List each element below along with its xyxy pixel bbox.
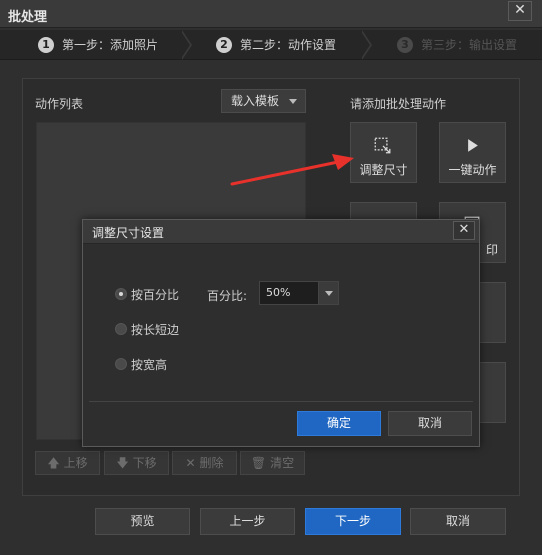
prev-step-button[interactable]: 上一步 xyxy=(200,508,295,535)
resize-settings-dialog: 调整尺寸设置 ✕ 按百分比 按长短边 按宽高 百分比: 50% 确定 取消 xyxy=(82,219,480,447)
dialog-close-button[interactable]: ✕ xyxy=(453,221,475,240)
tile-one-click[interactable]: 一键动作 xyxy=(439,122,506,183)
percent-select[interactable]: 50% xyxy=(259,281,339,305)
clear-label: 清空 xyxy=(270,456,295,470)
window-title: 批处理 xyxy=(8,10,48,25)
dialog-cancel-button[interactable]: 取消 xyxy=(388,411,472,436)
step-bar: 1 第一步：添加照片 2 第二步：动作设置 3 第三步：输出设置 xyxy=(0,30,542,60)
percent-label: 百分比: xyxy=(207,289,248,303)
chevron-down-icon xyxy=(289,99,297,104)
delete-label: 删除 xyxy=(199,456,224,470)
step-1-number: 1 xyxy=(38,36,54,53)
add-action-title: 请添加批处理动作 xyxy=(350,97,447,111)
load-template-dropdown[interactable]: 载入模板 xyxy=(221,89,306,113)
play-icon xyxy=(468,139,478,152)
radio-by-width-height[interactable] xyxy=(115,358,127,370)
preview-button[interactable]: 预览 xyxy=(95,508,190,535)
move-up-button[interactable]: 🡅 上移 xyxy=(35,451,100,475)
percent-value: 50% xyxy=(266,286,291,299)
tile-one-click-label: 一键动作 xyxy=(448,163,497,177)
step-3-number: 3 xyxy=(397,36,413,53)
window-close-button[interactable]: ✕ xyxy=(508,1,532,21)
action-list-title: 动作列表 xyxy=(35,97,84,111)
cancel-button[interactable]: 取消 xyxy=(410,508,506,535)
radio-by-long-short-edge[interactable] xyxy=(115,323,127,335)
chevron-down-icon[interactable] xyxy=(318,282,338,304)
clear-button[interactable]: 🗑 清空 xyxy=(240,451,305,475)
next-step-button[interactable]: 下一步 xyxy=(305,508,401,535)
dialog-ok-button[interactable]: 确定 xyxy=(297,411,381,436)
step-3[interactable]: 3 第三步：输出设置 xyxy=(397,30,517,60)
pointer-arrow-icon xyxy=(230,154,354,186)
step-1[interactable]: 1 第一步：添加照片 xyxy=(38,30,158,60)
arrow-up-icon: 🡅 xyxy=(47,456,60,470)
title-bar xyxy=(0,0,542,28)
delete-button[interactable]: ✕ 删除 xyxy=(172,451,237,475)
step-2-number: 2 xyxy=(216,36,232,53)
tile-resize[interactable]: 调整尺寸 xyxy=(350,122,417,183)
x-icon: ✕ xyxy=(185,456,196,470)
dialog-title: 调整尺寸设置 xyxy=(92,226,165,240)
step-2[interactable]: 2 第二步：动作设置 xyxy=(216,30,336,60)
tile-resize-label: 调整尺寸 xyxy=(359,163,408,177)
radio-by-long-short-edge-label[interactable]: 按长短边 xyxy=(131,321,179,338)
trash-icon: 🗑 xyxy=(250,456,267,470)
resize-icon xyxy=(374,137,391,154)
radio-by-width-height-label[interactable]: 按宽高 xyxy=(131,356,167,373)
step-separator-inner xyxy=(180,30,190,60)
step-3-label: 第三步：输出设置 xyxy=(421,38,518,52)
move-up-label: 上移 xyxy=(63,456,88,470)
dialog-divider xyxy=(89,401,473,402)
load-template-label: 载入模板 xyxy=(231,94,280,108)
step-separator-inner xyxy=(360,30,370,60)
step-1-label: 第一步：添加照片 xyxy=(62,38,159,52)
move-down-label: 下移 xyxy=(132,456,157,470)
radio-by-percent[interactable] xyxy=(115,288,127,300)
move-down-button[interactable]: 🡇 下移 xyxy=(104,451,169,475)
radio-by-percent-label[interactable]: 按百分比 xyxy=(131,286,179,303)
step-2-label: 第二步：动作设置 xyxy=(240,38,337,52)
arrow-down-icon: 🡇 xyxy=(116,456,129,470)
